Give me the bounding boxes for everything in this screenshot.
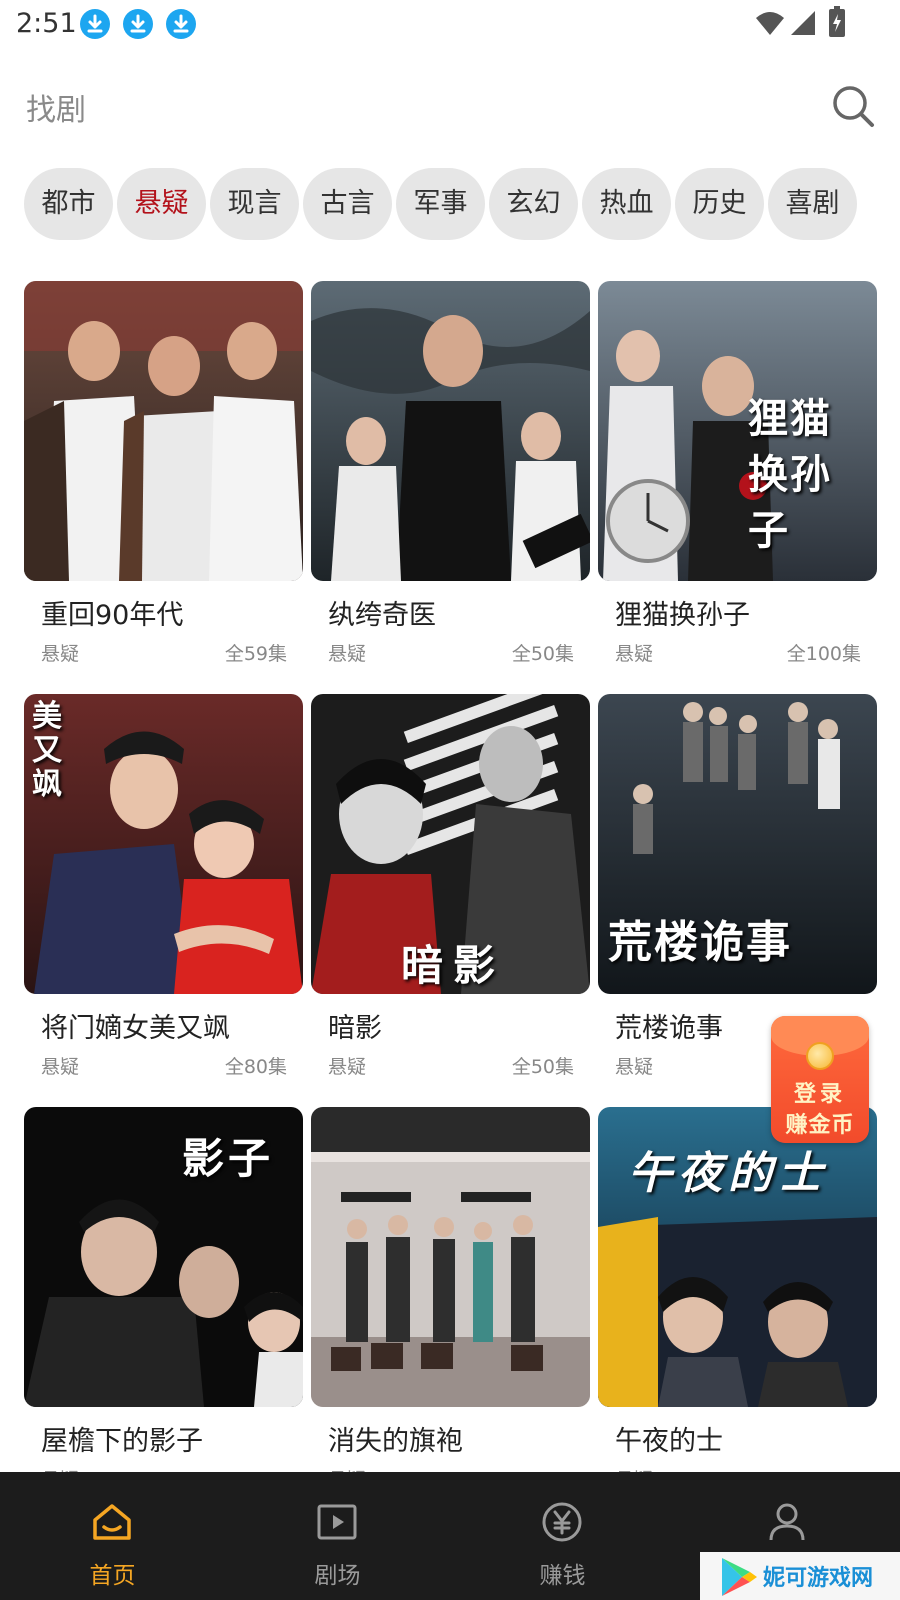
nav-home[interactable]: 首页 [0,1472,225,1600]
watermark-text: 妮可游戏网 [763,1566,874,1591]
drama-card[interactable]: 纨绔奇医 悬疑 全50集 [311,281,590,681]
drama-poster[interactable] [24,281,303,581]
status-time: 2:51 [16,8,77,39]
category-chip[interactable]: 玄幻 [489,168,578,240]
drama-title: 屋檐下的影子 [41,1426,203,1457]
poster-title: 暗影 [401,941,506,990]
category-chip[interactable]: 都市 [24,168,113,240]
category-chip[interactable]: 古言 [303,168,392,240]
wifi-icon [755,10,785,40]
play-icon [315,1500,359,1544]
drama-card[interactable]: 狸猫换孙子 狸猫换孙子 悬疑 全100集 [598,281,877,681]
poster-title: 美又飒 [32,699,64,802]
drama-genre: 悬疑 [41,643,80,665]
download-icon [80,9,110,39]
drama-genre: 悬疑 [328,643,367,665]
drama-card[interactable]: 消失的旗袍 悬疑 [311,1107,590,1507]
category-tabs: 都市 悬疑 现言 古言 军事 玄幻 热血 历史 喜剧 [24,168,884,240]
drama-title: 消失的旗袍 [328,1426,463,1457]
home-icon [90,1500,134,1544]
status-bar: 2:51 [0,0,900,48]
drama-genre: 悬疑 [615,1056,654,1078]
drama-card[interactable]: 重回90年代 悬疑 全59集 [24,281,303,681]
search-input[interactable]: 找剧 [26,85,86,129]
promo-line2: 赚金币 [785,1113,855,1138]
poster-title: 荒楼诡事 [608,917,792,968]
drama-card[interactable]: 午夜的士 午夜的士 悬疑 [598,1107,877,1507]
drama-poster[interactable] [311,281,590,581]
drama-title: 纨绔奇医 [328,600,436,631]
yen-coin-icon [540,1500,584,1544]
drama-title: 狸猫换孙子 [615,600,750,631]
poster-title: 影子 [182,1134,275,1183]
poster-title: 午夜的士 [628,1148,828,1199]
category-chip[interactable]: 军事 [396,168,485,240]
watermark: 妮可游戏网 [700,1552,900,1600]
drama-poster[interactable] [311,1107,590,1407]
drama-episodes: 全59集 [224,643,287,665]
category-chip[interactable]: 喜剧 [768,168,857,240]
drama-card[interactable]: 影子 屋檐下的影子 悬疑 [24,1107,303,1507]
search-bar[interactable]: 找剧 [0,75,900,137]
drama-title: 荒楼诡事 [615,1013,723,1044]
drama-title: 将门嫡女美又飒 [41,1013,230,1044]
search-icon[interactable] [830,83,876,129]
poster-title: 狸猫换孙子 [748,396,832,554]
login-earn-coins-promo[interactable]: 登录 赚金币 [771,1016,869,1143]
nav-theater-label: 剧场 [314,1563,361,1589]
drama-poster[interactable]: 美又飒 [24,694,303,994]
drama-episodes: 全50集 [511,1056,574,1078]
category-chip[interactable]: 历史 [675,168,764,240]
drama-poster[interactable]: 荒楼诡事 [598,694,877,994]
download-icon [123,9,153,39]
drama-poster[interactable]: 影子 [24,1107,303,1407]
category-chip[interactable]: 热血 [582,168,671,240]
drama-genre: 悬疑 [41,1056,80,1078]
drama-episodes: 全80集 [224,1056,287,1078]
nav-earn[interactable]: 赚钱 [450,1472,675,1600]
drama-title: 暗影 [328,1013,382,1044]
drama-card[interactable]: 暗影 暗影 悬疑 全50集 [311,694,590,1094]
signal-icon [789,10,817,40]
drama-genre: 悬疑 [328,1056,367,1078]
coin-icon [806,1042,834,1070]
download-icon [166,9,196,39]
drama-genre: 悬疑 [615,643,654,665]
nav-theater[interactable]: 剧场 [225,1472,450,1600]
drama-episodes: 全100集 [786,643,861,665]
drama-poster[interactable]: 暗影 [311,694,590,994]
drama-title: 重回90年代 [41,600,184,631]
drama-poster[interactable]: 狸猫换孙子 [598,281,877,581]
play-store-logo-icon [720,1556,758,1600]
nav-home-label: 首页 [89,1563,136,1589]
promo-line1: 登录 [793,1082,846,1107]
drama-poster[interactable]: 午夜的士 [598,1107,877,1407]
drama-episodes: 全50集 [511,643,574,665]
profile-icon [765,1500,809,1544]
drama-title: 午夜的士 [615,1426,723,1457]
drama-card[interactable]: 美又飒 将门嫡女美又飒 悬疑 全80集 [24,694,303,1094]
category-chip-active[interactable]: 悬疑 [117,168,206,240]
category-chip[interactable]: 现言 [210,168,299,240]
nav-earn-label: 赚钱 [539,1563,586,1589]
battery-charging-icon [828,6,846,42]
